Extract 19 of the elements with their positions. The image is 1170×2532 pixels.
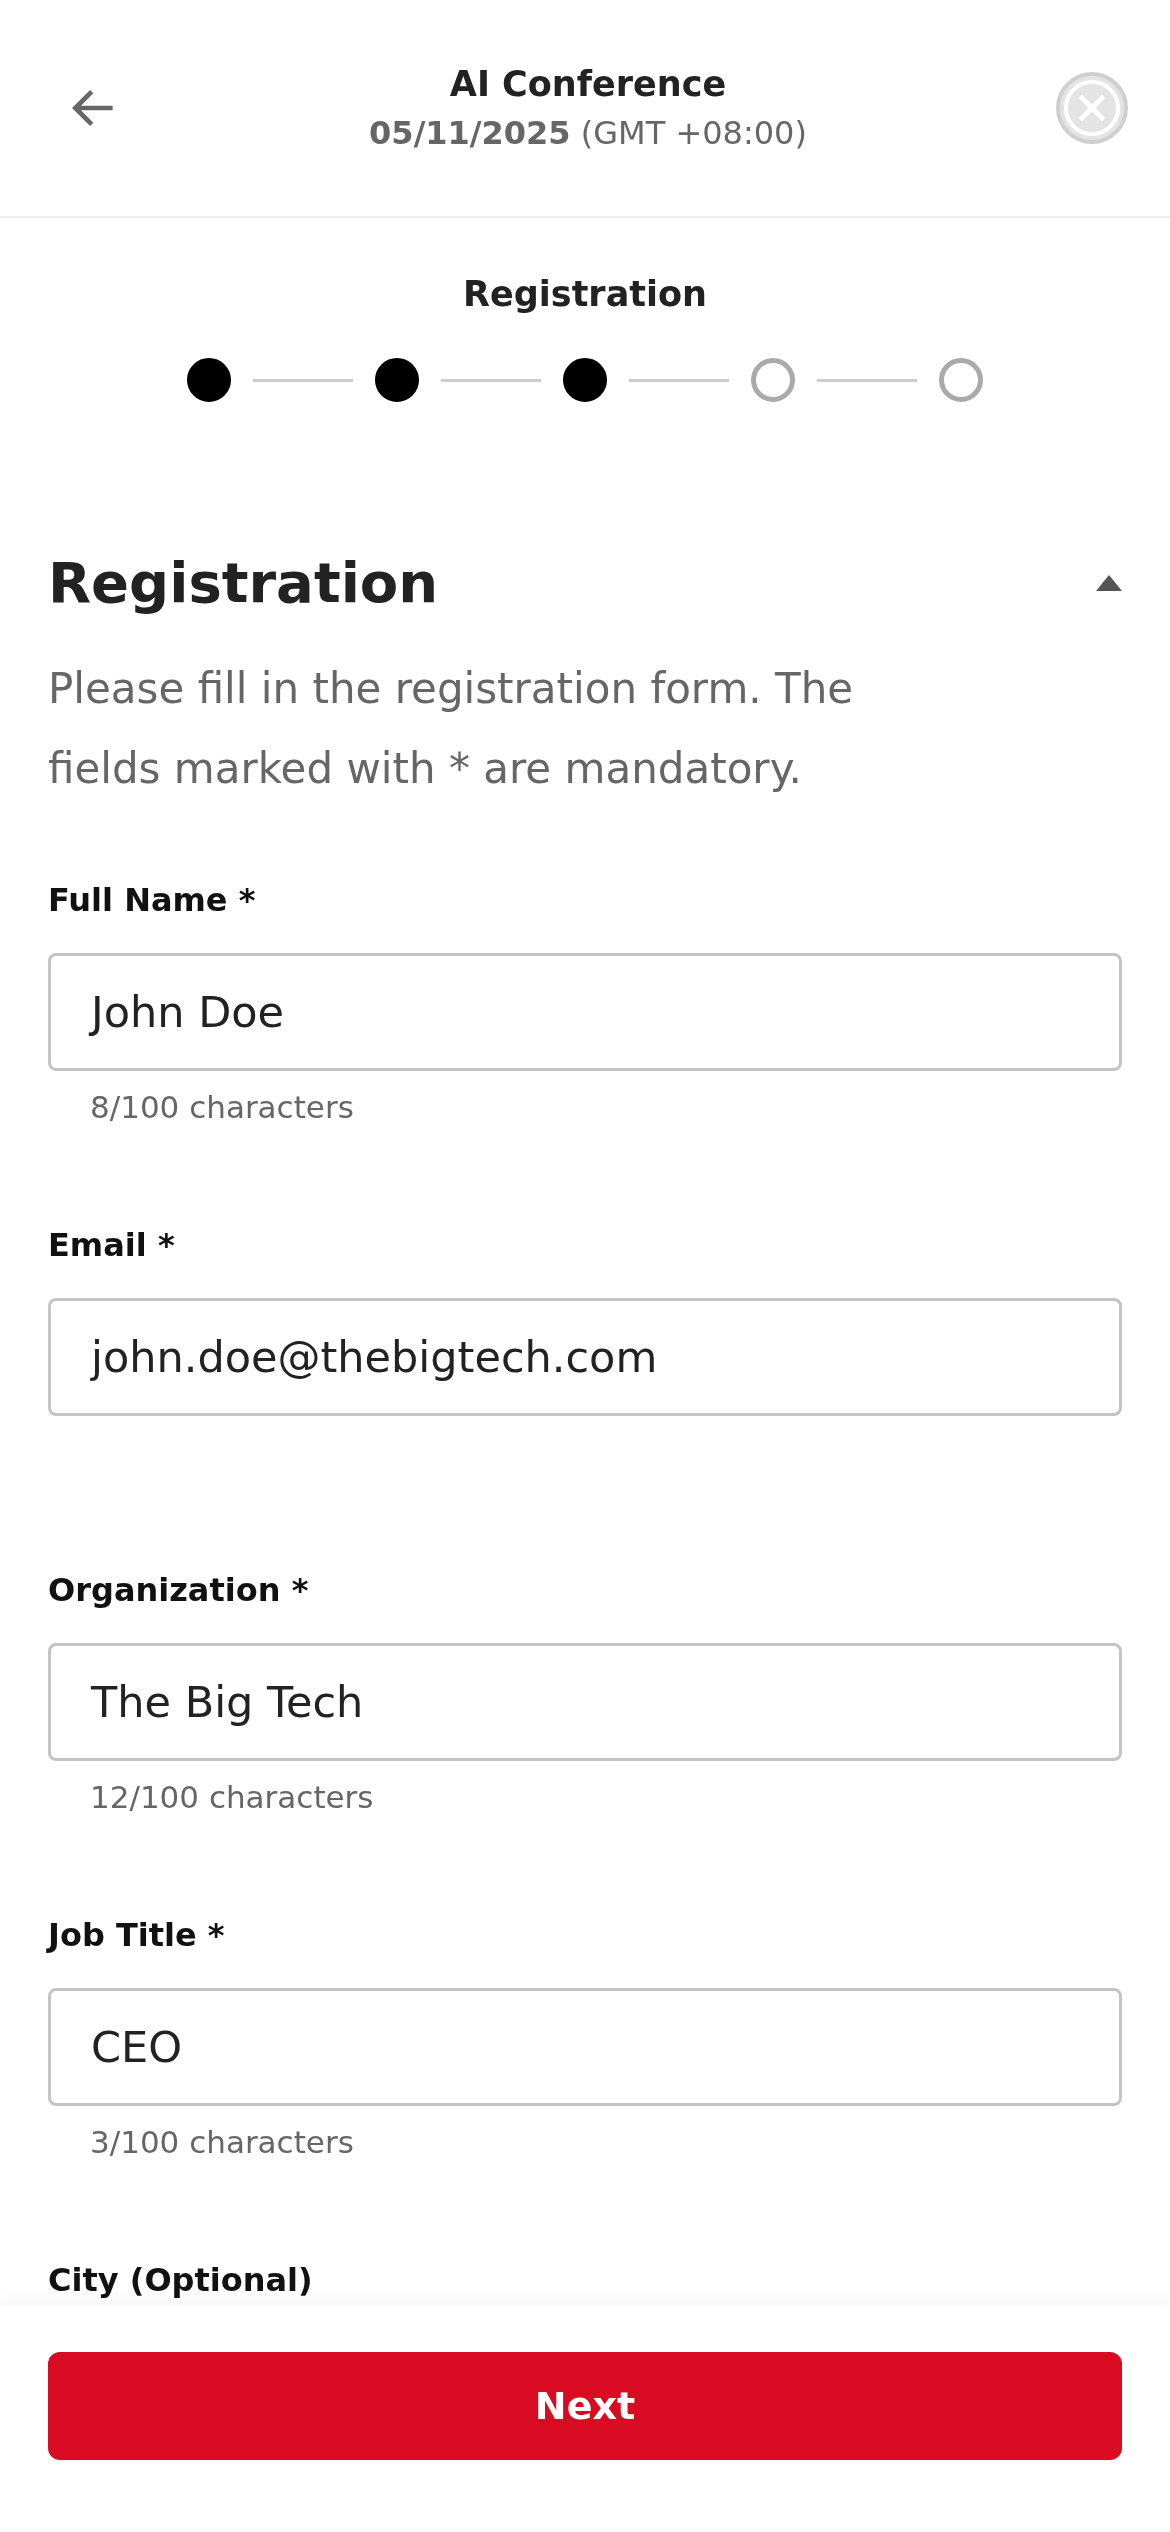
timezone: (GMT +08:00) [580,114,807,152]
character-count: 8/100 characters [90,1089,355,1125]
field-label: Email * [48,1226,176,1264]
step-title: Registration [462,274,708,314]
input-field[interactable]: CEO [48,1988,1122,2106]
field-label: City (Optional) [48,2261,314,2299]
event-title: AI Conference [448,64,728,104]
input-field[interactable]: The Big Tech [48,1643,1122,1761]
event-date: 05/11/2025 [369,114,571,152]
input-field[interactable]: John Doe [48,953,1122,1071]
next-button[interactable]: Next [48,2352,1122,2460]
character-count: 12/100 characters [90,1779,375,1815]
section-title: Registration [48,550,439,615]
field-label: Organization * [48,1571,310,1609]
field-label: Job Title * [48,1916,226,1954]
field-label: Full Name * [48,881,257,919]
input-field[interactable]: john.doe@thebigtech.com [48,1298,1122,1416]
character-count: 3/100 characters [90,2124,355,2160]
section-description: Please fill in the registration form. The fields marked with * are mandatory. [48,663,855,795]
